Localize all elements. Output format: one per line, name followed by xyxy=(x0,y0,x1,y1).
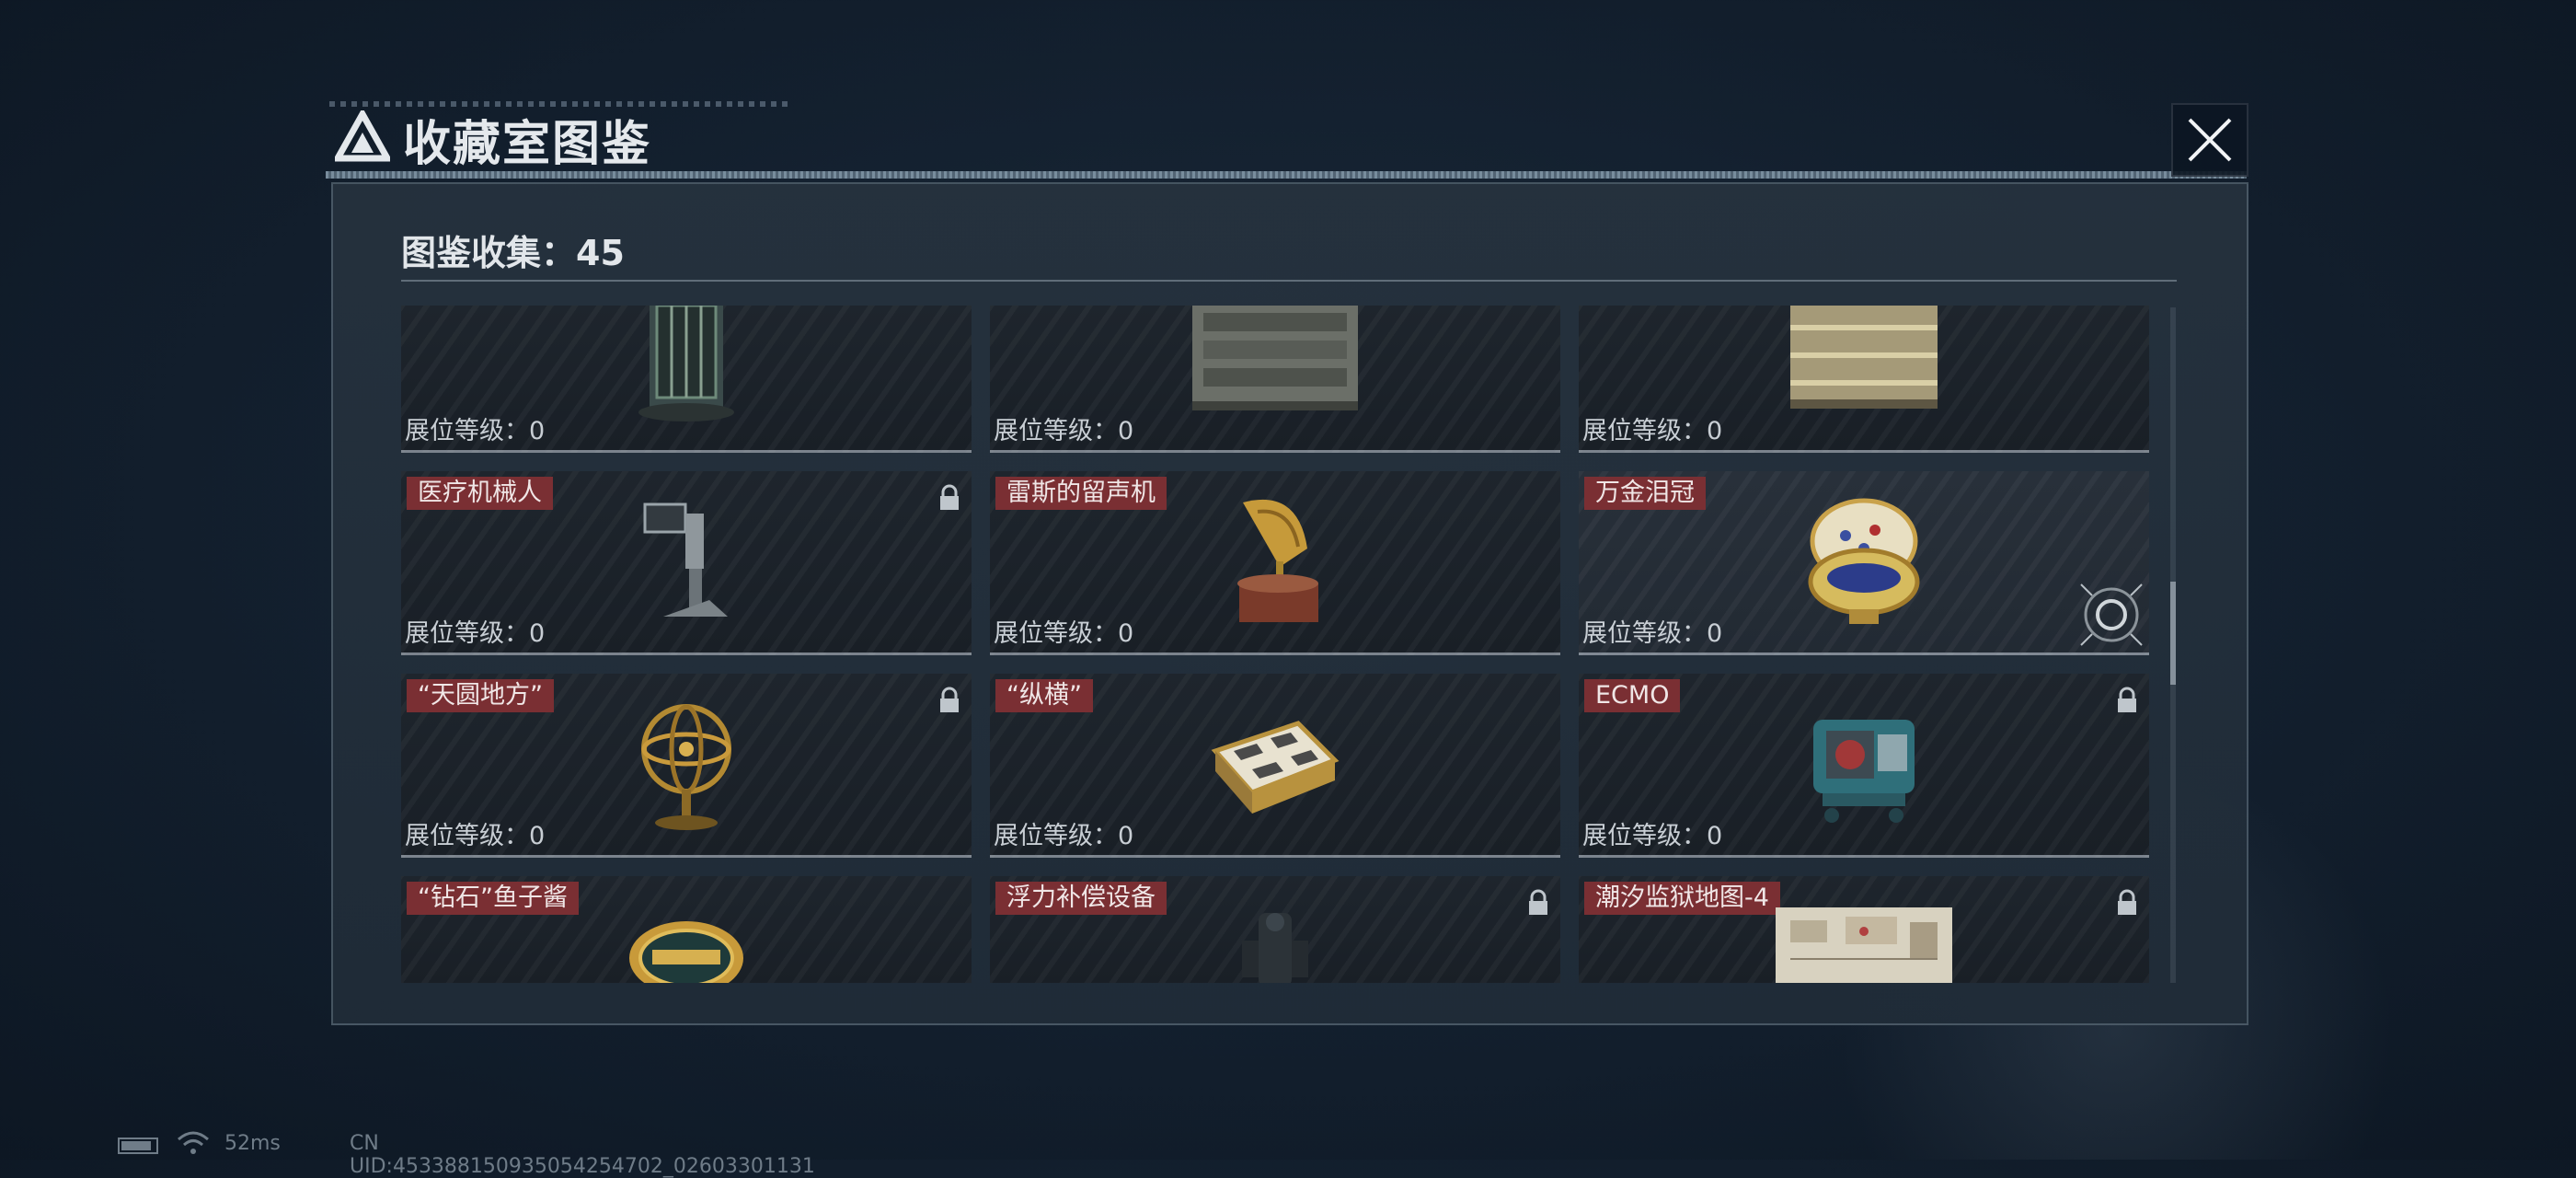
collection-card[interactable]: 雷斯的留声机 展位等级：0 xyxy=(990,471,1560,655)
caviar-tin-icon xyxy=(629,921,743,983)
collection-card[interactable]: 万金泪冠 展位等级：0 xyxy=(1579,471,2149,655)
booth-level: 展位等级：0 xyxy=(1582,822,1723,850)
delta-logo-icon xyxy=(335,110,390,162)
lock-icon xyxy=(2118,687,2136,712)
lock-icon xyxy=(940,687,959,712)
collection-card[interactable]: 潮汐监狱地图-4 xyxy=(1579,876,2149,983)
user-uid: CN UID:453388150935054254702_02603301131 xyxy=(350,1132,815,1178)
booth-level: 展位等级：0 xyxy=(994,417,1134,445)
target-icon xyxy=(2080,583,2143,646)
wifi-icon xyxy=(178,1131,209,1154)
collection-card[interactable]: 展位等级：0 xyxy=(990,306,1560,453)
collection-grid[interactable]: 展位等级：0 展位等级：0 展位等级：0 医疗机械人 展位等级：0 雷斯的留声机… xyxy=(401,306,2154,983)
armillary-sphere-icon xyxy=(641,704,731,830)
collection-panel: 图鉴收集：45 展位等级：0 展位等级：0 展位等级：0 医疗机械人 展位等级：… xyxy=(331,182,2248,1025)
booth-level: 展位等级：0 xyxy=(1582,619,1723,648)
item-name: 医疗机械人 xyxy=(407,477,553,510)
scrollbar-thumb[interactable] xyxy=(2170,582,2176,685)
lock-icon xyxy=(940,484,959,510)
title-divider xyxy=(326,171,2247,179)
close-icon xyxy=(2188,118,2232,162)
bcd-gear-icon xyxy=(1242,913,1308,983)
item-name: 万金泪冠 xyxy=(1584,477,1706,510)
collection-count: 图鉴收集：45 xyxy=(401,233,625,273)
booth-level: 展位等级：0 xyxy=(994,619,1134,648)
collection-card[interactable]: “纵横” 展位等级：0 xyxy=(990,674,1560,858)
booth-level: 展位等级：0 xyxy=(405,619,546,648)
item-name: 潮汐监狱地图-4 xyxy=(1584,882,1780,915)
medical-robot-icon xyxy=(643,502,728,617)
ecmo-machine-icon xyxy=(1813,720,1915,823)
item-name: 雷斯的留声机 xyxy=(995,477,1167,510)
collection-card[interactable]: ECMO 展位等级：0 xyxy=(1579,674,2149,858)
title-bar: 收藏室图鉴 xyxy=(324,99,2247,179)
item-name: ECMO xyxy=(1584,679,1681,712)
booth-level: 展位等级：0 xyxy=(405,822,546,850)
lock-icon xyxy=(2118,889,2136,915)
chessboard-icon xyxy=(1211,721,1340,814)
collection-card[interactable]: 展位等级：0 xyxy=(401,306,972,453)
server-cabinet-icon xyxy=(1192,306,1358,410)
prison-map-icon xyxy=(1776,907,1952,983)
item-name: “天圆地方” xyxy=(407,679,554,712)
vault-cylinder-icon xyxy=(638,306,734,422)
collection-card[interactable]: “天圆地方” 展位等级：0 xyxy=(401,674,972,858)
item-name: 浮力补偿设备 xyxy=(995,882,1167,915)
item-name: “纵横” xyxy=(995,679,1093,712)
booth-level: 展位等级：0 xyxy=(405,417,546,445)
booth-level: 展位等级：0 xyxy=(994,822,1134,850)
battery-pack-icon xyxy=(1790,306,1938,409)
collection-card[interactable]: 展位等级：0 xyxy=(1579,306,2149,453)
jeweled-egg-icon xyxy=(1808,498,1920,624)
collection-card[interactable]: 浮力补偿设备 xyxy=(990,876,1560,983)
collection-card[interactable]: “钻石”鱼子酱 xyxy=(401,876,972,983)
ping-readout: 52ms xyxy=(224,1132,281,1155)
collection-divider xyxy=(401,280,2177,282)
gramophone-icon xyxy=(1237,499,1318,622)
booth-level: 展位等级：0 xyxy=(1582,417,1723,445)
lock-icon xyxy=(1529,889,1547,915)
page-title: 收藏室图鉴 xyxy=(403,117,652,172)
battery-icon xyxy=(118,1138,158,1154)
collection-card[interactable]: 医疗机械人 展位等级：0 xyxy=(401,471,972,655)
close-button[interactable] xyxy=(2171,103,2248,177)
item-name: “钻石”鱼子酱 xyxy=(407,882,579,915)
